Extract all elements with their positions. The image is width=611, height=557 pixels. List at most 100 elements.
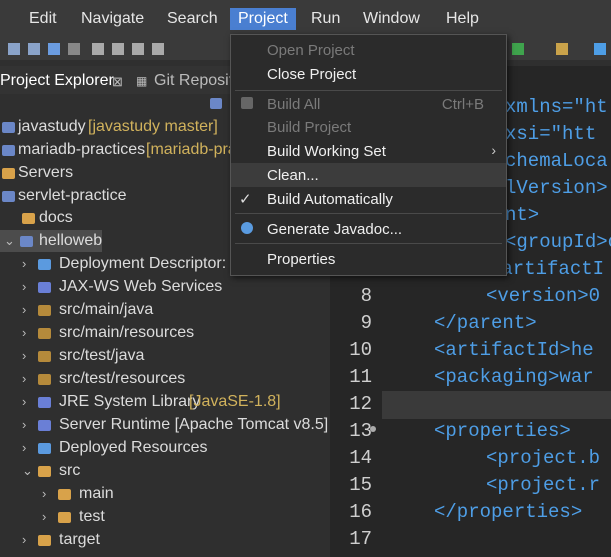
chevron-right-icon[interactable]: › [42,486,46,501]
tree-item-label: Deployed Resources [59,439,208,456]
chevron-right-icon[interactable]: › [22,325,26,340]
project-menu: Open Project Close Project Build All Ctr… [230,34,507,276]
globe-icon[interactable] [594,43,606,55]
run-icon[interactable] [512,43,524,55]
code-line: </parent> [434,312,537,334]
project-icon [2,145,15,156]
tab-git-repositories[interactable]: Git Reposit [154,72,233,90]
code-line: <packaging>war [434,366,594,388]
tree-item-label: servlet-practice [18,187,127,204]
tree-item-label: javastudy [18,118,86,135]
tree-item-label: Servers [18,164,74,181]
chevron-right-icon[interactable]: › [42,509,46,524]
line-number: 9 [360,312,372,334]
menu-item-build-all[interactable]: Build All Ctrl+B [231,92,506,116]
tree-item-helloweb[interactable]: ⌄ helloweb [0,230,102,252]
chevron-right-icon[interactable]: › [22,302,26,317]
chevron-right-icon[interactable]: › [22,394,26,409]
web-services-icon [38,282,51,293]
tree-item-label: Server Runtime [Apache Tomcat v8.5] [59,416,329,433]
chevron-down-icon[interactable]: ⌄ [22,463,33,479]
tab-project-explorer[interactable]: Project Explorer [0,72,114,90]
menu-item-generate-javadoc[interactable]: Generate Javadoc... [231,217,506,241]
chevron-down-icon[interactable]: ⌄ [4,233,15,249]
line-number: 13 [349,420,372,442]
source-folder-icon [38,328,51,339]
code-line: lVersion> [505,177,608,199]
terminate-icon[interactable] [132,43,144,55]
menu-separator [235,243,502,244]
tree-item-label: main [79,485,114,502]
collapse-all-icon[interactable] [210,98,222,109]
menu-item-label: Build Working Set [267,143,386,160]
menu-item-label: Clean... [267,167,319,184]
source-folder-icon [38,305,51,316]
library-icon [38,397,51,408]
view-tabs: Project Explorer ⊠ ▦ Git Reposit [0,66,240,94]
save-all-icon[interactable] [28,43,40,55]
line-number: 11 [349,366,372,388]
code-line: <artifactId>he [434,339,594,361]
deployed-resources-icon [38,443,51,454]
tree-item-label: src/main/resources [59,324,195,341]
javadoc-icon [241,222,253,234]
code-line: <properties> [434,420,571,442]
resume-icon[interactable] [92,43,104,55]
menu-item-build-project[interactable]: Build Project [231,115,506,139]
line-number: 15 [349,474,372,496]
chevron-right-icon[interactable]: › [22,417,26,432]
print-icon[interactable] [48,43,60,55]
menu-edit[interactable]: Edit [29,10,57,28]
git-icon: ▦ [136,74,148,88]
menu-search[interactable]: Search [167,10,218,28]
menu-item-build-working-set[interactable]: Build Working Set › [231,139,506,163]
tree-item-label: src/main/java [59,301,154,318]
menu-item-open-project[interactable]: Open Project [231,38,506,62]
tree-item-label: Deployment Descriptor: h [59,255,240,272]
menu-navigate[interactable]: Navigate [81,10,144,28]
menu-help[interactable]: Help [446,10,479,28]
tree-item-label: mariadb-practices [18,141,146,158]
chevron-right-icon[interactable]: › [22,532,26,547]
save-icon[interactable] [8,43,20,55]
suspend-icon[interactable] [112,43,124,55]
menu-run[interactable]: Run [311,10,340,28]
chevron-right-icon[interactable]: › [22,348,26,363]
line-number: 8 [360,285,372,307]
chevron-right-icon[interactable]: › [22,371,26,386]
menu-item-close-project[interactable]: Close Project [231,62,506,86]
checkmark-icon: ✓ [239,191,252,208]
line-number: 10 [349,339,372,361]
tree-item-label: docs [39,209,73,226]
new-icon[interactable] [556,43,568,55]
close-icon[interactable]: ⊠ [112,74,123,90]
chevron-right-icon: › [491,142,496,158]
chevron-right-icon[interactable]: › [22,279,26,294]
menu-separator [235,213,502,214]
tree-item-label: test [79,508,105,525]
menu-window[interactable]: Window [363,10,420,28]
menu-project[interactable]: Project [230,8,296,30]
menu-item-label: Properties [267,251,336,268]
folder-icon [58,489,71,500]
deployment-descriptor-icon [38,259,51,270]
disconnect-icon[interactable] [152,43,164,55]
jre-version-label: [JavaSE-1.8] [189,393,281,410]
library-icon [38,420,51,431]
source-folder-icon [38,374,51,385]
menu-item-label: Build Automatically [267,191,393,208]
web-project-icon [20,236,33,247]
code-line: <project.b [486,447,601,469]
menu-item-label: Build All [267,96,321,113]
skip-breakpoints-icon[interactable] [68,43,80,55]
menu-item-build-automatically[interactable]: ✓ Build Automatically [231,187,506,211]
menu-item-shortcut: Ctrl+B [441,96,484,113]
menu-item-properties[interactable]: Properties [231,247,506,271]
chevron-right-icon[interactable]: › [22,440,26,455]
chevron-right-icon[interactable]: › [22,256,26,271]
fold-marker-icon[interactable] [370,426,376,432]
build-all-icon [241,97,253,109]
menu-item-clean[interactable]: Clean... [231,163,506,187]
code-line: chemaLoca [505,150,608,172]
menu-separator [235,90,502,91]
